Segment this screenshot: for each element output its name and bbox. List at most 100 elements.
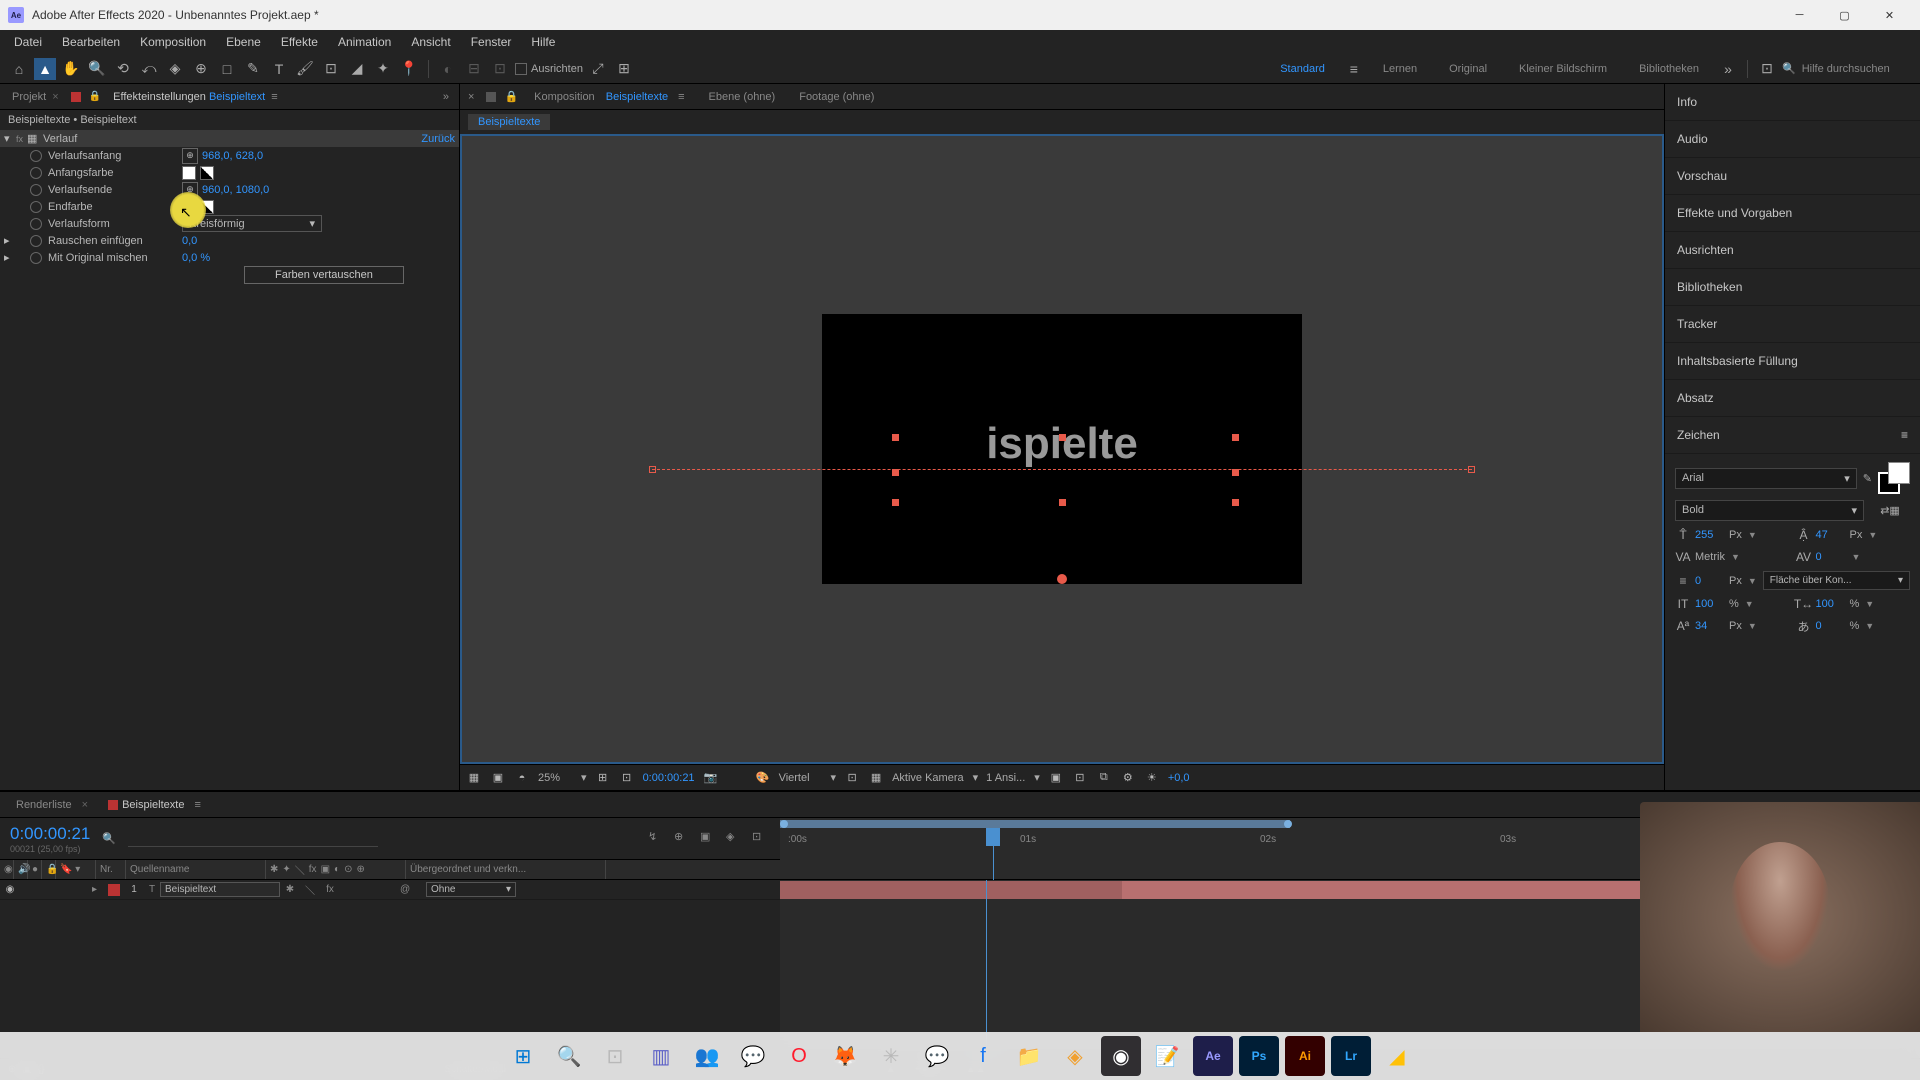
camera-dropdown[interactable]: Aktive Kamera ▾: [892, 771, 978, 784]
workspace-kleiner[interactable]: Kleiner Bildschirm: [1505, 63, 1621, 75]
swap-colors-button[interactable]: Farben vertauschen: [244, 266, 404, 284]
stroke-width-field[interactable]: ≡ 0Px▼: [1675, 573, 1757, 589]
renderer-icon[interactable]: ⚙: [1120, 770, 1136, 786]
menu-ebene[interactable]: Ebene: [216, 30, 271, 54]
crosshair-icon[interactable]: ⊕: [182, 182, 198, 198]
lock-icon[interactable]: 🔒: [89, 91, 101, 102]
timeline-timecode[interactable]: 0:00:00:21: [10, 824, 90, 844]
tab-close-icon[interactable]: ×: [464, 91, 478, 103]
tsume-field[interactable]: あ 0%▼: [1796, 618, 1911, 634]
resolution-dropdown[interactable]: Viertel ▾: [779, 771, 837, 784]
snap-tool[interactable]: ⤢: [587, 58, 609, 80]
anchor-tool[interactable]: ⊕: [190, 58, 212, 80]
stopwatch-icon[interactable]: [30, 235, 42, 247]
panel-vorschau[interactable]: Vorschau: [1665, 158, 1920, 195]
fast-preview-icon[interactable]: ⊡: [1072, 770, 1088, 786]
pickwhip-icon[interactable]: @: [400, 884, 416, 895]
taskbar-whatsapp[interactable]: 💬: [733, 1036, 773, 1076]
workspace-lernen[interactable]: Lernen: [1369, 63, 1431, 75]
res-icon[interactable]: ⊞: [595, 770, 611, 786]
selection-handle[interactable]: [1232, 469, 1239, 476]
vscale-field[interactable]: IT 100%▼: [1675, 596, 1790, 612]
alpha-icon[interactable]: ◓: [514, 770, 530, 786]
selection-handle[interactable]: [892, 434, 899, 441]
taskbar-lightroom[interactable]: Lr: [1331, 1036, 1371, 1076]
comp-subtab[interactable]: Beispieltexte: [468, 114, 550, 130]
selection-handle[interactable]: [1059, 434, 1066, 441]
stopwatch-icon[interactable]: [30, 167, 42, 179]
3d-icon[interactable]: ⧉: [1096, 770, 1112, 786]
timeline-search-icon[interactable]: 🔍: [102, 832, 116, 845]
taskbar-windows[interactable]: ⊞: [503, 1036, 543, 1076]
panel-effekte[interactable]: Effekte und Vorgaben: [1665, 195, 1920, 232]
selection-handle[interactable]: [1059, 499, 1066, 506]
taskbar-illustrator[interactable]: Ai: [1285, 1036, 1325, 1076]
stopwatch-icon[interactable]: [30, 252, 42, 264]
color-mgmt-icon[interactable]: 🎨: [755, 770, 771, 786]
tracking-field[interactable]: AV 0▼: [1796, 549, 1911, 565]
panel-ausrichten[interactable]: Ausrichten: [1665, 232, 1920, 269]
close-button[interactable]: ✕: [1867, 0, 1912, 30]
parent-dropdown[interactable]: Ohne▾: [426, 882, 516, 897]
menu-effekte[interactable]: Effekte: [271, 30, 328, 54]
visibility-toggle[interactable]: ◉: [0, 884, 20, 895]
workspace-original[interactable]: Original: [1435, 63, 1501, 75]
tab-renderliste[interactable]: Renderliste×: [6, 799, 98, 811]
hscale-field[interactable]: T↔ 100%▼: [1796, 596, 1911, 612]
font-size-field[interactable]: T̂ 255Px▼: [1675, 527, 1790, 543]
prop-verlaufsende-value[interactable]: 960,0, 1080,0: [202, 184, 269, 196]
guide-handle[interactable]: [649, 466, 656, 473]
menu-datei[interactable]: Datei: [4, 30, 52, 54]
taskbar-widgets[interactable]: ▥: [641, 1036, 681, 1076]
taskbar-explorer[interactable]: 📁: [1009, 1036, 1049, 1076]
taskbar-taskview[interactable]: ⊡: [595, 1036, 635, 1076]
taskbar-firefox[interactable]: 🦊: [825, 1036, 865, 1076]
panel-content-fill[interactable]: Inhaltsbasierte Füllung: [1665, 343, 1920, 380]
panel-audio[interactable]: Audio: [1665, 121, 1920, 158]
tool-opt-2[interactable]: ⊟: [463, 58, 485, 80]
menu-hilfe[interactable]: Hilfe: [521, 30, 565, 54]
lock-icon[interactable]: 🔒: [504, 90, 518, 103]
taskbar-app3[interactable]: ◢: [1377, 1036, 1417, 1076]
taskbar-app[interactable]: ✳: [871, 1036, 911, 1076]
baseline-field[interactable]: Aª 34Px▼: [1675, 618, 1790, 634]
brush-tool[interactable]: 🖌: [294, 58, 316, 80]
stroke-over-dropdown[interactable]: Fläche über Kon...▾: [1763, 571, 1910, 590]
align-checkbox[interactable]: Ausrichten: [515, 63, 583, 75]
timeline-search-input[interactable]: [128, 831, 378, 847]
taskbar-notepad[interactable]: 📝: [1147, 1036, 1187, 1076]
home-tool[interactable]: ⌂: [8, 58, 30, 80]
leading-field[interactable]: Ậ 47Px▼: [1796, 527, 1911, 543]
zoom-tool[interactable]: 🔍: [86, 58, 108, 80]
menu-bearbeiten[interactable]: Bearbeiten: [52, 30, 130, 54]
views-dropdown[interactable]: 1 Ansi... ▾: [986, 771, 1040, 784]
exposure-value[interactable]: +0,0: [1168, 772, 1190, 784]
grid-icon[interactable]: ⊡: [619, 770, 635, 786]
work-area-start[interactable]: [780, 820, 788, 828]
minimize-button[interactable]: ─: [1777, 0, 1822, 30]
menu-fenster[interactable]: Fenster: [461, 30, 522, 54]
effect-reset-link[interactable]: Zurück: [421, 133, 455, 145]
selection-handle[interactable]: [1232, 499, 1239, 506]
maximize-button[interactable]: ▢: [1822, 0, 1867, 30]
composition-viewer[interactable]: ispielte: [460, 134, 1664, 764]
menu-animation[interactable]: Animation: [328, 30, 401, 54]
col-quellenname[interactable]: Quellenname: [126, 860, 266, 879]
workspace-bibliotheken[interactable]: Bibliotheken: [1625, 63, 1713, 75]
tab-timeline-comp[interactable]: Beispieltexte ≡: [98, 799, 211, 811]
selection-handle[interactable]: [1232, 434, 1239, 441]
stopwatch-icon[interactable]: [30, 150, 42, 162]
fill-stroke-swatch[interactable]: [1878, 462, 1910, 494]
roto-tool[interactable]: ✦: [372, 58, 394, 80]
font-family-dropdown[interactable]: Arial▾: [1675, 468, 1857, 489]
effect-toggle-icon[interactable]: ▾: [4, 132, 16, 145]
stopwatch-icon[interactable]: [30, 218, 42, 230]
pen-tool[interactable]: ✎: [242, 58, 264, 80]
panel-bibliotheken[interactable]: Bibliotheken: [1665, 269, 1920, 306]
playhead[interactable]: [986, 828, 1000, 846]
work-area-bar[interactable]: [780, 820, 1290, 828]
hand-tool[interactable]: ✋: [60, 58, 82, 80]
fx-icon[interactable]: fx: [16, 134, 23, 144]
stamp-tool[interactable]: ⊡: [320, 58, 342, 80]
tool-opt-3[interactable]: ⊡: [489, 58, 511, 80]
